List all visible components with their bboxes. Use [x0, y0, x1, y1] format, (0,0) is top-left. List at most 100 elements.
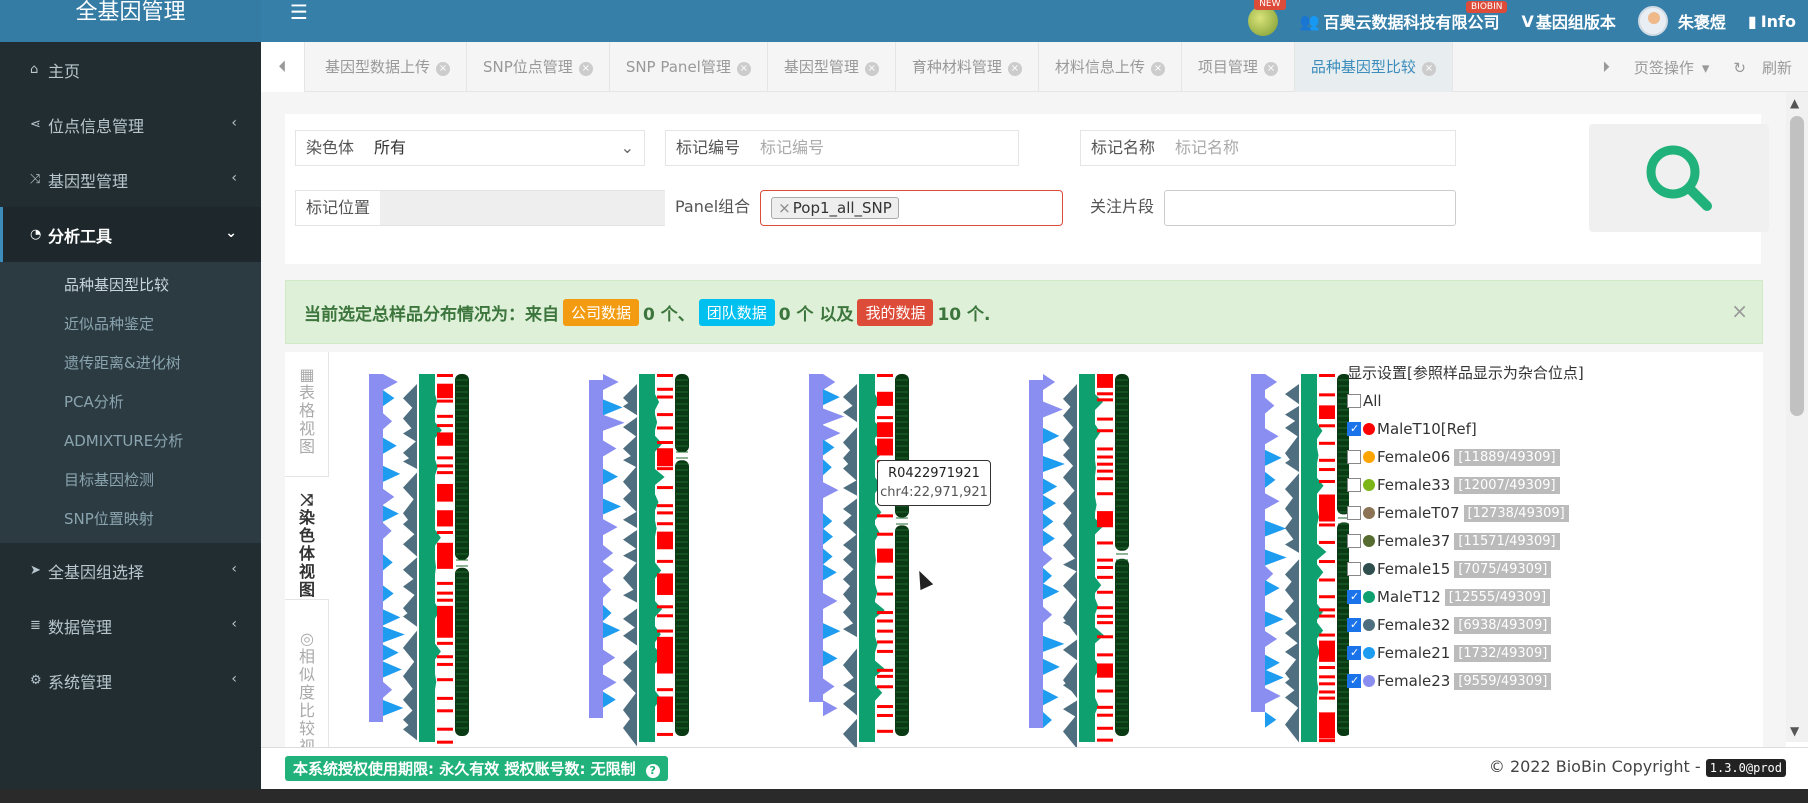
- legend-sample-row[interactable]: MaleT12[12555/49309]: [1347, 583, 1597, 611]
- tab-variety-compare[interactable]: 品种基因型比较 ×: [1294, 42, 1453, 92]
- legend-sample-row[interactable]: Female21[1732/49309]: [1347, 639, 1597, 667]
- legend-sample-row[interactable]: Female32[6938/49309]: [1347, 611, 1597, 639]
- chromosome-plot[interactable]: [329, 352, 1349, 757]
- close-icon[interactable]: ×: [436, 62, 451, 76]
- genotype-segment: [603, 622, 621, 639]
- genotype-segment: [603, 674, 617, 691]
- genotype-segment: [823, 513, 833, 530]
- checkbox[interactable]: [1347, 534, 1361, 548]
- submenu-item[interactable]: PCA分析: [0, 383, 261, 422]
- remove-tag-icon[interactable]: ×: [778, 199, 791, 217]
- checkbox[interactable]: [1347, 674, 1361, 688]
- tab-snp-panel[interactable]: SNP Panel管理 ×: [610, 42, 768, 92]
- close-icon[interactable]: ×: [1150, 62, 1165, 76]
- close-icon[interactable]: ×: [1421, 62, 1436, 76]
- legend-sample-row[interactable]: Female15 [7075/49309]: [1347, 555, 1597, 583]
- legend-sample-row[interactable]: Female06 [11889/49309]: [1347, 443, 1597, 471]
- legend-all-row[interactable]: All: [1347, 387, 1597, 415]
- heterozygous-marker: [657, 581, 673, 585]
- legend-sample-row[interactable]: FemaleT07 [12738/49309]: [1347, 499, 1597, 527]
- tab-project[interactable]: 项目管理 ×: [1182, 42, 1295, 92]
- tab-table-view[interactable]: ▦ 表格视图: [285, 352, 329, 456]
- tab-genotype-upload[interactable]: 基因型数据上传 ×: [309, 42, 468, 92]
- submenu-item[interactable]: ADMIXTURE分析: [0, 422, 261, 461]
- tab-breeding-material[interactable]: 育种材料管理 ×: [896, 42, 1039, 92]
- genotype-segment: [1043, 606, 1053, 623]
- genotype-segment: [1265, 711, 1277, 728]
- checkbox[interactable]: [1347, 506, 1361, 520]
- sidebar-item-genotype[interactable]: ⤨ 基因型管理 ‹: [0, 152, 261, 207]
- sidebar-item-home[interactable]: ⌂ 主页: [0, 42, 261, 97]
- legend-sample-row[interactable]: Female33 [12007/49309]: [1347, 471, 1597, 499]
- close-icon[interactable]: ×: [864, 62, 879, 76]
- submenu-item[interactable]: 近似品种鉴定: [0, 305, 261, 344]
- info-menu[interactable]: ▮ Info: [1748, 12, 1796, 31]
- scroll-down-icon[interactable]: ▼: [1790, 724, 1799, 738]
- genotype-segment: [603, 498, 622, 515]
- notification-item[interactable]: NEW: [1247, 0, 1286, 36]
- menu-toggle-icon[interactable]: ☰: [290, 0, 308, 24]
- company-menu[interactable]: 👥 百奥云数据科技有限公司 BIOBIN: [1300, 1, 1508, 33]
- checkbox[interactable]: [1347, 422, 1361, 436]
- sample-color-dot: [1363, 451, 1375, 463]
- scrollbar-thumb[interactable]: [1790, 116, 1804, 416]
- refresh-button[interactable]: ↻ 刷新: [1717, 57, 1808, 78]
- close-icon[interactable]: ×: [578, 62, 593, 76]
- checkbox[interactable]: [1347, 478, 1361, 492]
- tab-scroll-left-icon[interactable]: ⏴: [261, 42, 305, 92]
- submenu-item[interactable]: 目标基因检测: [0, 461, 261, 500]
- sidebar-item-analysis-tools[interactable]: ◔ 分析工具 ⌄: [0, 207, 261, 262]
- checkbox[interactable]: [1347, 646, 1361, 660]
- checkbox[interactable]: [1347, 590, 1361, 604]
- close-icon[interactable]: ×: [1263, 62, 1278, 76]
- sidebar-item-system[interactable]: ⚙ 系统管理 ‹: [0, 653, 261, 708]
- submenu-item[interactable]: SNP位置映射: [0, 500, 261, 539]
- legend-sample-row[interactable]: Female37 [11571/49309]: [1347, 527, 1597, 555]
- sidebar-item-data-management[interactable]: ≣ 数据管理 ‹: [0, 598, 261, 653]
- sidebar-item-genomic-selection[interactable]: ➤ 全基因组选择 ‹: [0, 543, 261, 598]
- legend-sample-row[interactable]: Female23[9559/49309]: [1347, 667, 1597, 695]
- genotype-segment: [403, 531, 417, 557]
- checkbox[interactable]: [1347, 618, 1361, 632]
- user-menu[interactable]: 朱褒煜: [1637, 6, 1726, 36]
- genome-version-menu[interactable]: V 基因组版本: [1521, 9, 1615, 33]
- genotype-segment: [603, 649, 616, 666]
- vertical-scrollbar[interactable]: ▲ ▼: [1786, 92, 1808, 742]
- checkbox[interactable]: [1347, 394, 1361, 408]
- submenu-item[interactable]: 遗传距离&进化树: [0, 344, 261, 383]
- genotype-segment: [623, 665, 637, 695]
- close-icon[interactable]: ×: [1731, 299, 1748, 323]
- marker-name-input[interactable]: 标记名称: [1165, 131, 1455, 165]
- close-icon[interactable]: ×: [1007, 62, 1022, 76]
- close-icon[interactable]: ×: [736, 62, 751, 76]
- tab-genotype[interactable]: 基因型管理 ×: [768, 42, 896, 92]
- genotype-segment: [1043, 374, 1056, 390]
- tab-snp-site[interactable]: SNP位点管理 ×: [467, 42, 610, 92]
- legend-sample-row[interactable]: MaleT10[Ref]: [1347, 415, 1597, 443]
- marker-position-input[interactable]: [380, 191, 678, 225]
- sidebar-item-label: 系统管理: [48, 672, 113, 692]
- search-button[interactable]: [1589, 124, 1769, 232]
- focus-segment-input[interactable]: [1164, 190, 1456, 226]
- chromosome-select[interactable]: 所有 ⌄: [364, 131, 644, 165]
- checkbox[interactable]: [1347, 450, 1361, 464]
- sidebar-item-site-info[interactable]: ⋖ 位点信息管理 ‹: [0, 97, 261, 152]
- help-icon[interactable]: ?: [645, 764, 660, 778]
- heterozygous-marker: [1097, 541, 1113, 545]
- tab-chromosome-view[interactable]: ⤨ 染色体视图: [285, 476, 329, 600]
- company-count: 0 个、: [643, 304, 695, 325]
- submenu-item[interactable]: 品种基因型比较: [0, 266, 261, 305]
- marker-id-input[interactable]: 标记编号: [750, 131, 1018, 165]
- panel-tag-input[interactable]: × Pop1_all_SNP: [760, 190, 1063, 226]
- tab-material-upload[interactable]: 材料信息上传 ×: [1039, 42, 1182, 92]
- panel-tag[interactable]: × Pop1_all_SNP: [771, 197, 899, 219]
- page-ops-dropdown[interactable]: 页签操作 ▾: [1618, 57, 1718, 78]
- checkbox[interactable]: [1347, 562, 1361, 576]
- chromosome-value: 所有: [374, 138, 407, 157]
- heterozygous-marker: [657, 448, 673, 467]
- tab-scroll-right-icon[interactable]: ⏵: [1594, 58, 1618, 76]
- tooltip-marker-id: R0422971921: [888, 466, 980, 481]
- app-title[interactable]: 全基因管理: [0, 0, 261, 42]
- tab-similarity-view[interactable]: ◎相似度比较视图: [285, 616, 329, 758]
- scroll-up-icon[interactable]: ▲: [1790, 96, 1799, 110]
